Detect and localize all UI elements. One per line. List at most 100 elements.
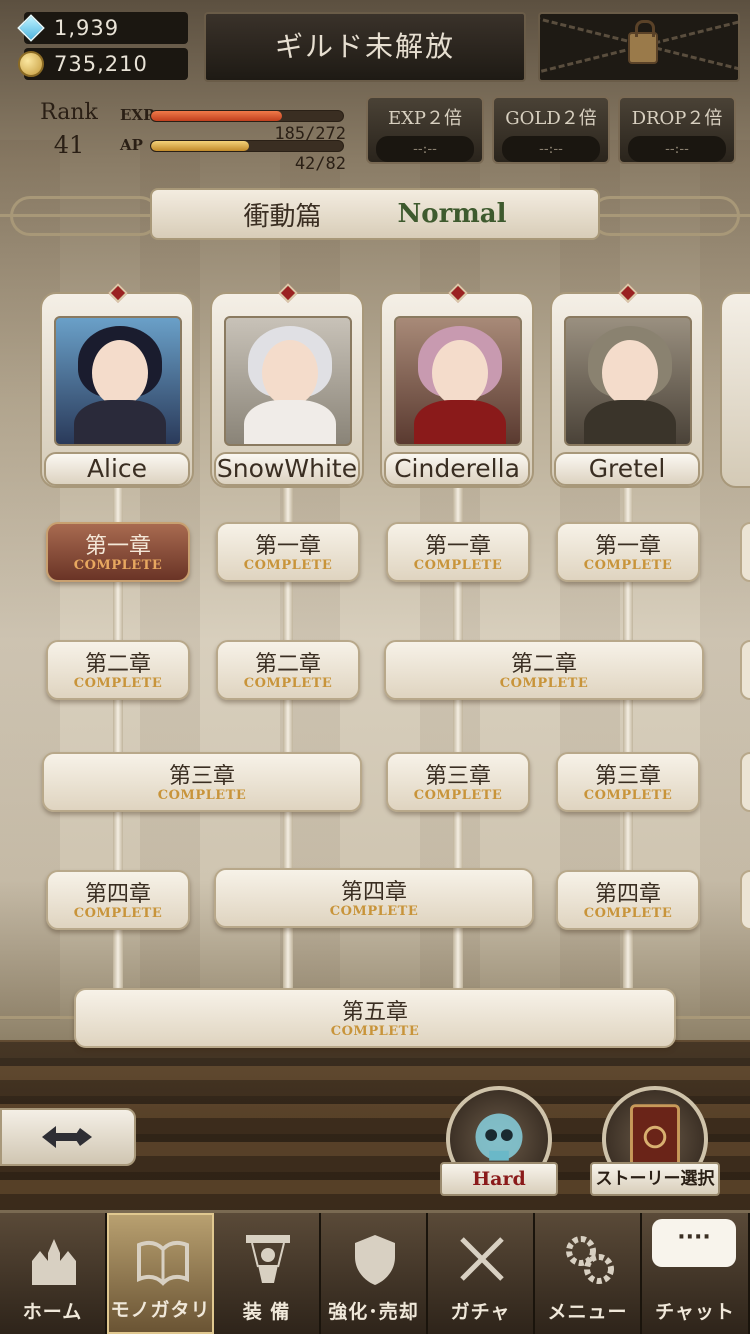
rank-label: Rank xyxy=(40,100,98,125)
character-card-snowwhite[interactable]: SnowWhite xyxy=(210,283,364,488)
chat-bubble-icon: ···· xyxy=(652,1219,736,1267)
nav-label: チャット xyxy=(655,1301,735,1323)
character-name: Cinderella xyxy=(384,452,530,486)
chapter-arc-title: 衝動篇 xyxy=(243,201,322,232)
snowwhite-chapter-1[interactable]: 第一章 COMPLETE xyxy=(216,522,360,582)
boost-timer: --:-- xyxy=(502,136,600,162)
rank-value: 41 xyxy=(53,131,85,159)
story-select-label[interactable]: ストーリー選択 xyxy=(590,1162,720,1196)
chapter-title: 第一章 xyxy=(594,534,661,559)
character-card-cinderella[interactable]: Cinderella xyxy=(380,283,534,488)
alice-chapter-2[interactable]: 第二章 COMPLETE xyxy=(46,640,190,700)
offscreen-chapter[interactable] xyxy=(740,870,750,930)
gretel-chapter-4[interactable]: 第四章 COMPLETE xyxy=(556,870,700,930)
chapter-status: COMPLETE xyxy=(499,676,589,691)
gretel-chapter-3[interactable]: 第三章 COMPLETE xyxy=(556,752,700,812)
boost-gold[interactable]: GOLD２倍 --:-- xyxy=(492,96,610,164)
cinderella-chapter-3[interactable]: 第三章 COMPLETE xyxy=(386,752,530,812)
character-name: Gretel xyxy=(554,452,700,486)
character-card-partial[interactable] xyxy=(720,292,750,488)
chapter-title: 第五章 xyxy=(341,1000,408,1025)
nav-chat[interactable]: ···· チャット xyxy=(642,1213,750,1334)
chapter-status: COMPLETE xyxy=(157,788,247,803)
gem-icon xyxy=(17,14,45,42)
chapter-title: 第三章 xyxy=(168,764,235,789)
boost-timer: --:-- xyxy=(376,136,474,162)
chapter-title: 第二章 xyxy=(84,652,151,677)
nav-menu[interactable]: メニュー xyxy=(535,1213,642,1334)
ap-value: 42/82 xyxy=(294,154,346,174)
all-chapter-5[interactable]: 第五章 COMPLETE xyxy=(74,988,676,1048)
offscreen-chapter[interactable] xyxy=(740,522,750,582)
boost-label: EXP２倍 xyxy=(387,108,463,129)
offscreen-chapter[interactable] xyxy=(740,752,750,812)
chapter-title: 第一章 xyxy=(254,534,321,559)
ap-bar-fill xyxy=(151,141,249,151)
nav-home[interactable]: ホーム xyxy=(0,1213,107,1334)
character-name: SnowWhite xyxy=(214,452,360,486)
chapter-status: COMPLETE xyxy=(413,788,503,803)
nav-label: メニュー xyxy=(547,1301,628,1323)
nav-gacha[interactable]: ガチャ xyxy=(428,1213,535,1334)
cinderella-chapter-1[interactable]: 第一章 COMPLETE xyxy=(386,522,530,582)
alice-chapter-1[interactable]: 第一章 COMPLETE xyxy=(46,522,190,582)
chapter-status: COMPLETE xyxy=(583,558,673,573)
chapter-status: COMPLETE xyxy=(583,906,673,921)
nav-label: モノガタリ xyxy=(110,1299,211,1321)
character-card-gretel[interactable]: Gretel xyxy=(550,283,704,488)
chapter-status: COMPLETE xyxy=(73,676,163,691)
boost-exp[interactable]: EXP２倍 --:-- xyxy=(366,96,484,164)
gem-count: 1,939 xyxy=(54,16,120,40)
exp-bar-fill xyxy=(151,111,282,121)
back-button[interactable] xyxy=(0,1108,136,1166)
boost-timer: --:-- xyxy=(628,136,726,162)
gem-counter: 1,939 xyxy=(17,12,188,44)
nav-story[interactable]: モノガタリ xyxy=(107,1213,214,1334)
alice-chapter-4[interactable]: 第四章 COMPLETE xyxy=(46,870,190,930)
guild-button[interactable]: ギルド未解放 xyxy=(204,12,526,82)
nav-equipment[interactable]: 装 備 xyxy=(214,1213,321,1334)
chapter-status: COMPLETE xyxy=(73,906,163,921)
chapter-title: 第四章 xyxy=(594,882,661,907)
character-name: Alice xyxy=(44,452,190,486)
gretel-chapter-1[interactable]: 第一章 COMPLETE xyxy=(556,522,700,582)
chapter-title: 第三章 xyxy=(594,764,661,789)
ornament-scroll-icon xyxy=(10,196,160,236)
ap-bar xyxy=(150,140,344,152)
chapter-title: 第二章 xyxy=(254,652,321,677)
chapter-status: COMPLETE xyxy=(413,558,503,573)
snowwhite-chapter-2[interactable]: 第二章 COMPLETE xyxy=(216,640,360,700)
gears-icon xyxy=(566,1236,614,1284)
gold-count: 735,210 xyxy=(54,52,148,76)
snowwhite-cinderella-chapter-4[interactable]: 第四章 COMPLETE xyxy=(214,868,534,928)
chapter-title: 第四章 xyxy=(84,882,151,907)
chapter-title: 第一章 xyxy=(424,534,491,559)
chapter-status: COMPLETE xyxy=(583,788,673,803)
exp-bar xyxy=(150,110,344,122)
player-rank: Rank 41 xyxy=(34,100,104,159)
chapter-status: COMPLETE xyxy=(243,558,333,573)
hard-label[interactable]: Hard xyxy=(440,1162,558,1196)
screen: 1,939 735,210 ギルド未解放 Rank 41 EXP 185/272… xyxy=(0,0,750,1334)
cinderella-gretel-chapter-2[interactable]: 第二章 COMPLETE xyxy=(384,640,704,700)
nav-label: 装 備 xyxy=(242,1301,291,1323)
difficulty-label: Normal xyxy=(397,199,507,229)
chapter-title: 第四章 xyxy=(340,880,407,905)
chapter-status: COMPLETE xyxy=(243,676,333,691)
nav-label: ホーム xyxy=(22,1301,83,1323)
nav-label: 強化･売却 xyxy=(328,1301,419,1323)
chapter-status: COMPLETE xyxy=(330,1024,420,1039)
ap-label: AP xyxy=(120,136,143,154)
locked-slot[interactable] xyxy=(538,12,740,82)
boost-drop[interactable]: DROP２倍 --:-- xyxy=(618,96,736,164)
offscreen-chapter[interactable] xyxy=(740,640,750,700)
nav-enhance-sell[interactable]: 強化･売却 xyxy=(321,1213,428,1334)
shield-icon xyxy=(355,1235,395,1285)
alice-snowwhite-chapter-3[interactable]: 第三章 COMPLETE xyxy=(42,752,362,812)
cinderella-portrait xyxy=(394,316,522,446)
story-mode-header: 衝動篇 Normal xyxy=(150,188,600,240)
book-icon xyxy=(137,1240,189,1286)
alice-portrait xyxy=(54,316,182,446)
boost-label: DROP２倍 xyxy=(631,108,723,129)
character-card-alice[interactable]: Alice xyxy=(40,283,194,488)
